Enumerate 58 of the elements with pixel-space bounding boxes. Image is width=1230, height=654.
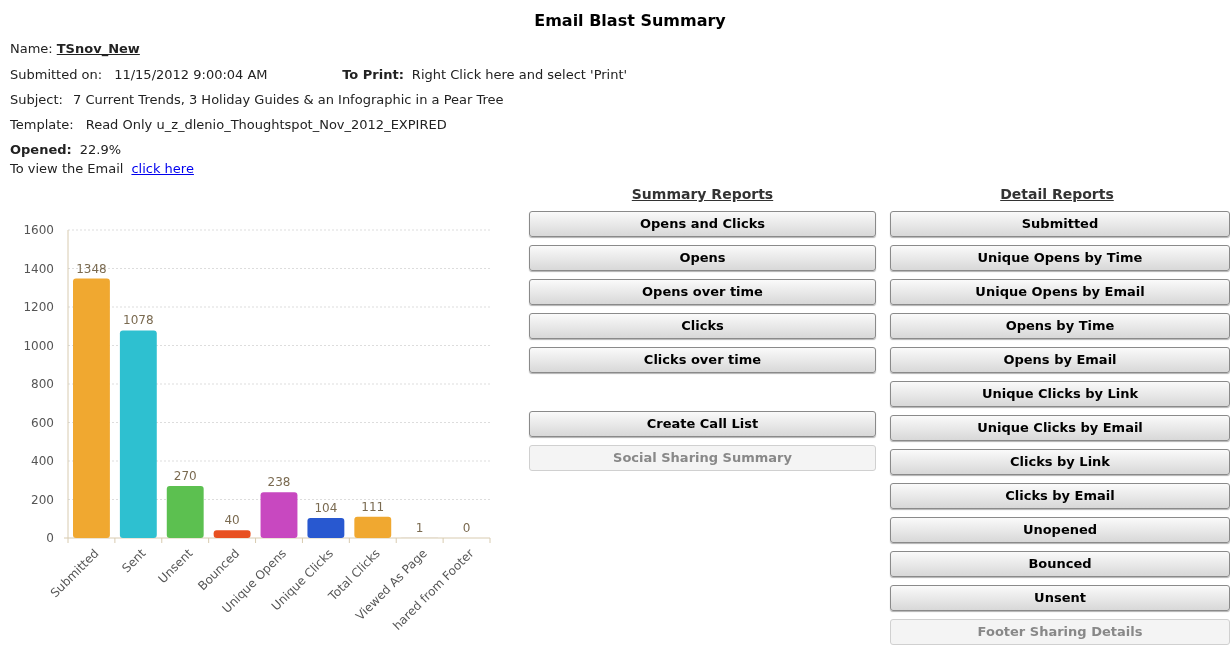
- report-button[interactable]: Unique Opens by Email: [890, 279, 1230, 305]
- field-label: Template:: [10, 116, 74, 135]
- data-label: 1: [415, 520, 424, 535]
- report-button[interactable]: Unique Clicks by Email: [890, 415, 1230, 441]
- report-button[interactable]: Bounced: [890, 551, 1230, 577]
- data-label: 111: [361, 499, 385, 514]
- report-button[interactable]: Opens by Email: [890, 347, 1230, 373]
- report-button[interactable]: Opens by Time: [890, 313, 1230, 339]
- data-label: 0: [462, 521, 471, 535]
- data-label: 238: [267, 475, 291, 490]
- blast-name: TSnov_New: [56, 40, 140, 59]
- data-label: 1078: [123, 313, 154, 328]
- view-email-text: To view the Email: [10, 160, 124, 179]
- field-value: 7 Current Trends, 3 Holiday Guides & an Infographic in a Pear Tree: [73, 91, 504, 110]
- section-heading: Detail Reports: [1000, 185, 1114, 204]
- data-label: 104: [314, 501, 338, 515]
- report-button[interactable]: Opens over time: [529, 279, 876, 305]
- field-label: Subject:: [10, 91, 63, 110]
- report-button[interactable]: Opens: [529, 245, 876, 271]
- axis-tick-label: 600: [31, 415, 54, 430]
- report-button[interactable]: Create Call List: [529, 411, 876, 437]
- axis-tick-label: 1000: [23, 338, 54, 353]
- page-title: Email Blast Summary: [534, 10, 726, 32]
- field-value: 22.9%: [79, 141, 122, 160]
- field-label: Opened:: [10, 141, 72, 160]
- report-button[interactable]: Clicks over time: [529, 347, 876, 373]
- report-button[interactable]: Clicks: [529, 313, 876, 339]
- report-button[interactable]: Clicks by Email: [890, 483, 1230, 509]
- axis-tick-label: 400: [31, 454, 54, 468]
- axis-tick-label: 1400: [23, 261, 54, 276]
- field-value: 11/15/2012 9:00:04 AM: [114, 66, 269, 85]
- report-button[interactable]: Clicks by Link: [890, 449, 1230, 475]
- report-button[interactable]: Unsent: [890, 585, 1230, 611]
- axis-tick-label: 800: [31, 377, 54, 391]
- section-heading: Summary Reports: [631, 185, 774, 204]
- report-button[interactable]: Unique Opens by Time: [890, 245, 1230, 271]
- bar: [307, 518, 345, 538]
- field-label: Name:: [10, 40, 53, 59]
- axis-tick-label: 0: [46, 531, 54, 545]
- data-label: 40: [224, 513, 240, 528]
- field-value: Right Click here and select 'Print': [411, 66, 628, 85]
- report-button[interactable]: Opens and Clicks: [529, 211, 876, 237]
- view-email-link[interactable]: click here: [131, 159, 194, 179]
- axis-tick-label: 1200: [23, 300, 54, 314]
- report-button[interactable]: Submitted: [890, 211, 1230, 237]
- report-button[interactable]: Unopened: [890, 517, 1230, 543]
- data-label: 270: [173, 469, 197, 483]
- field-label: Submitted on:: [10, 66, 103, 85]
- bar: [354, 516, 392, 538]
- field-value: Read Only u_z_dlenio_Thoughtspot_Nov_2012_EXPIRED: [85, 116, 447, 135]
- axis-tick-label: 200: [31, 492, 54, 507]
- axis-tick-label: 1600: [23, 223, 54, 237]
- bar: [260, 492, 298, 538]
- field-label: To Print:: [342, 66, 404, 85]
- report-button[interactable]: Unique Clicks by Link: [890, 381, 1230, 407]
- bar: [166, 486, 204, 538]
- data-label: 1348: [76, 261, 107, 276]
- bar: [213, 530, 251, 538]
